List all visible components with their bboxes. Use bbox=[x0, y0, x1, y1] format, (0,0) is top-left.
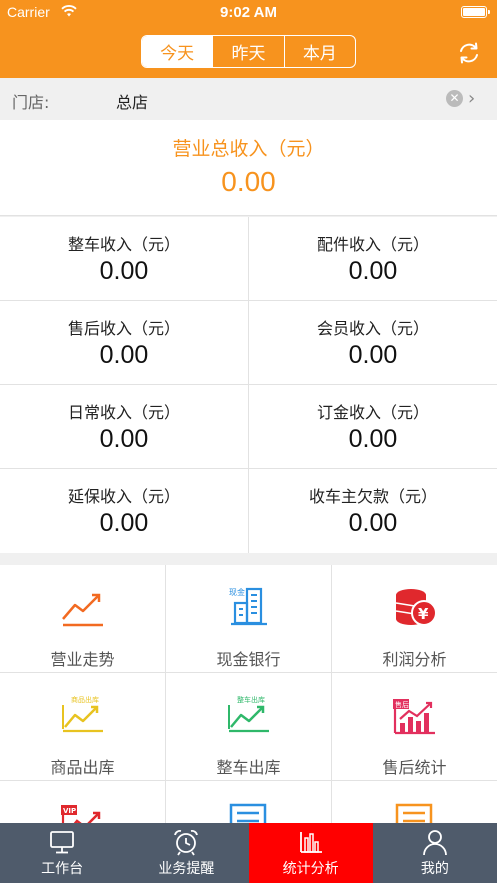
income-label: 收车主欠款（元） bbox=[308, 487, 437, 506]
income-cell-membership: 会员收入（元） 0.00 bbox=[248, 301, 497, 385]
icon-caption: 售后 bbox=[395, 700, 409, 709]
menu-orange-report[interactable] bbox=[332, 781, 497, 823]
income-cell-warranty: 延保收入（元） 0.00 bbox=[0, 469, 248, 553]
income-value: 0.00 bbox=[348, 341, 398, 369]
tab-mine[interactable]: 我的 bbox=[373, 823, 497, 883]
analysis-menu: 营业走势 现金 现金银行 ¥ 利润分析 商品出库 商品出库 整车出库 整车出库 … bbox=[0, 565, 497, 823]
bar-chart-icon bbox=[299, 832, 322, 853]
status-bar: Carrier 9:02 AM bbox=[0, 0, 497, 26]
income-value: 0.00 bbox=[99, 341, 149, 369]
income-label: 日常收入（元） bbox=[67, 403, 180, 422]
tab-label: 统计分析 bbox=[282, 861, 339, 877]
tab-bar: 工作台 业务提醒 统计分析 我的 bbox=[0, 823, 497, 883]
menu-label: 营业走势 bbox=[50, 650, 115, 669]
income-cell-vehicle: 整车收入（元） 0.00 bbox=[0, 217, 248, 301]
menu-label: 现金银行 bbox=[216, 650, 281, 669]
blue-document-icon bbox=[229, 803, 267, 823]
menu-profit-analysis[interactable]: ¥ 利润分析 bbox=[332, 565, 497, 673]
alarm-clock-icon bbox=[174, 830, 199, 856]
icon-caption: VIP bbox=[63, 807, 76, 815]
monitor-icon bbox=[50, 831, 75, 854]
income-value: 0.00 bbox=[348, 425, 398, 453]
icon-caption: 商品出库 bbox=[71, 695, 99, 704]
tab-label: 业务提醒 bbox=[158, 861, 215, 877]
menu-vip-analysis[interactable]: VIP bbox=[0, 781, 166, 823]
menu-goods-outbound[interactable]: 商品出库 商品出库 bbox=[0, 673, 166, 781]
menu-label: 整车出库 bbox=[216, 758, 281, 777]
vehicle-outbound-chart-icon: 整车出库 bbox=[228, 695, 269, 733]
store-label: 门店: bbox=[12, 93, 50, 112]
header-bar: Carrier 9:02 AM 今天 昨天 本月 bbox=[0, 0, 497, 78]
menu-label: 商品出库 bbox=[50, 758, 115, 777]
store-selector[interactable]: 门店: 总店 ✕ › bbox=[0, 78, 497, 120]
income-cell-parts: 配件收入（元） 0.00 bbox=[248, 217, 497, 301]
tab-workbench[interactable]: 工作台 bbox=[0, 823, 124, 883]
total-revenue-label: 营业总收入（元） bbox=[172, 138, 325, 160]
icon-caption: 现金 bbox=[229, 587, 245, 597]
menu-label: 利润分析 bbox=[382, 650, 447, 669]
income-cell-owner-debt: 收车主欠款（元） 0.00 bbox=[248, 469, 497, 553]
store-value: 总店 bbox=[116, 93, 149, 112]
income-label: 会员收入（元） bbox=[316, 319, 429, 338]
icon-caption: ¥ bbox=[418, 605, 429, 623]
menu-cash-bank[interactable]: 现金 现金银行 bbox=[166, 565, 332, 673]
income-label: 配件收入（元） bbox=[316, 235, 429, 254]
income-value: 0.00 bbox=[99, 509, 149, 537]
menu-aftersales-stats[interactable]: 售后 售后统计 bbox=[332, 673, 497, 781]
menu-label: 售后统计 bbox=[382, 758, 447, 777]
clock: 9:02 AM bbox=[220, 4, 277, 21]
chevron-right-icon: › bbox=[468, 88, 476, 109]
income-grid: 整车收入（元） 0.00 配件收入（元） 0.00 售后收入（元） 0.00 会… bbox=[0, 217, 497, 553]
income-cell-deposit: 订金收入（元） 0.00 bbox=[248, 385, 497, 469]
income-value: 0.00 bbox=[348, 257, 398, 285]
battery-icon bbox=[461, 6, 490, 18]
income-label: 订金收入（元） bbox=[316, 403, 429, 422]
trend-line-icon bbox=[62, 593, 103, 627]
menu-vehicle-outbound[interactable]: 整车出库 整车出库 bbox=[166, 673, 332, 781]
user-icon bbox=[422, 830, 447, 856]
tab-statistics[interactable]: 统计分析 bbox=[248, 823, 373, 883]
total-revenue-panel: 营业总收入（元） 0.00 bbox=[0, 120, 497, 216]
income-label: 整车收入（元） bbox=[67, 235, 180, 254]
vip-chart-icon: VIP bbox=[61, 805, 101, 823]
orange-document-icon bbox=[395, 803, 433, 823]
clear-icon[interactable]: ✕ bbox=[446, 90, 463, 107]
menu-blue-report[interactable] bbox=[166, 781, 332, 823]
date-range-segmented-control: 今天 昨天 本月 bbox=[141, 35, 356, 68]
icon-caption: 整车出库 bbox=[237, 695, 265, 704]
refresh-icon[interactable] bbox=[456, 40, 482, 66]
income-value: 0.00 bbox=[99, 425, 149, 453]
aftersales-chart-icon: 售后 bbox=[393, 699, 435, 735]
segment-yesterday[interactable]: 昨天 bbox=[212, 36, 283, 67]
segment-today[interactable]: 今天 bbox=[142, 36, 213, 67]
tab-business-reminder[interactable]: 业务提醒 bbox=[124, 823, 248, 883]
income-value: 0.00 bbox=[348, 509, 398, 537]
income-label: 售后收入（元） bbox=[67, 319, 180, 338]
segment-this-month[interactable]: 本月 bbox=[283, 36, 355, 67]
coin-stack-yen-icon: ¥ bbox=[395, 589, 437, 626]
income-value: 0.00 bbox=[99, 257, 149, 285]
tab-label: 我的 bbox=[420, 861, 449, 877]
total-revenue-value: 0.00 bbox=[221, 166, 276, 197]
income-cell-aftersales: 售后收入（元） 0.00 bbox=[0, 301, 248, 385]
bank-building-icon: 现金 bbox=[229, 587, 267, 626]
menu-business-trend[interactable]: 营业走势 bbox=[0, 565, 166, 673]
goods-outbound-chart-icon: 商品出库 bbox=[62, 695, 103, 733]
income-cell-daily: 日常收入（元） 0.00 bbox=[0, 385, 248, 469]
income-label: 延保收入（元） bbox=[67, 487, 180, 506]
tab-label: 工作台 bbox=[41, 861, 84, 877]
